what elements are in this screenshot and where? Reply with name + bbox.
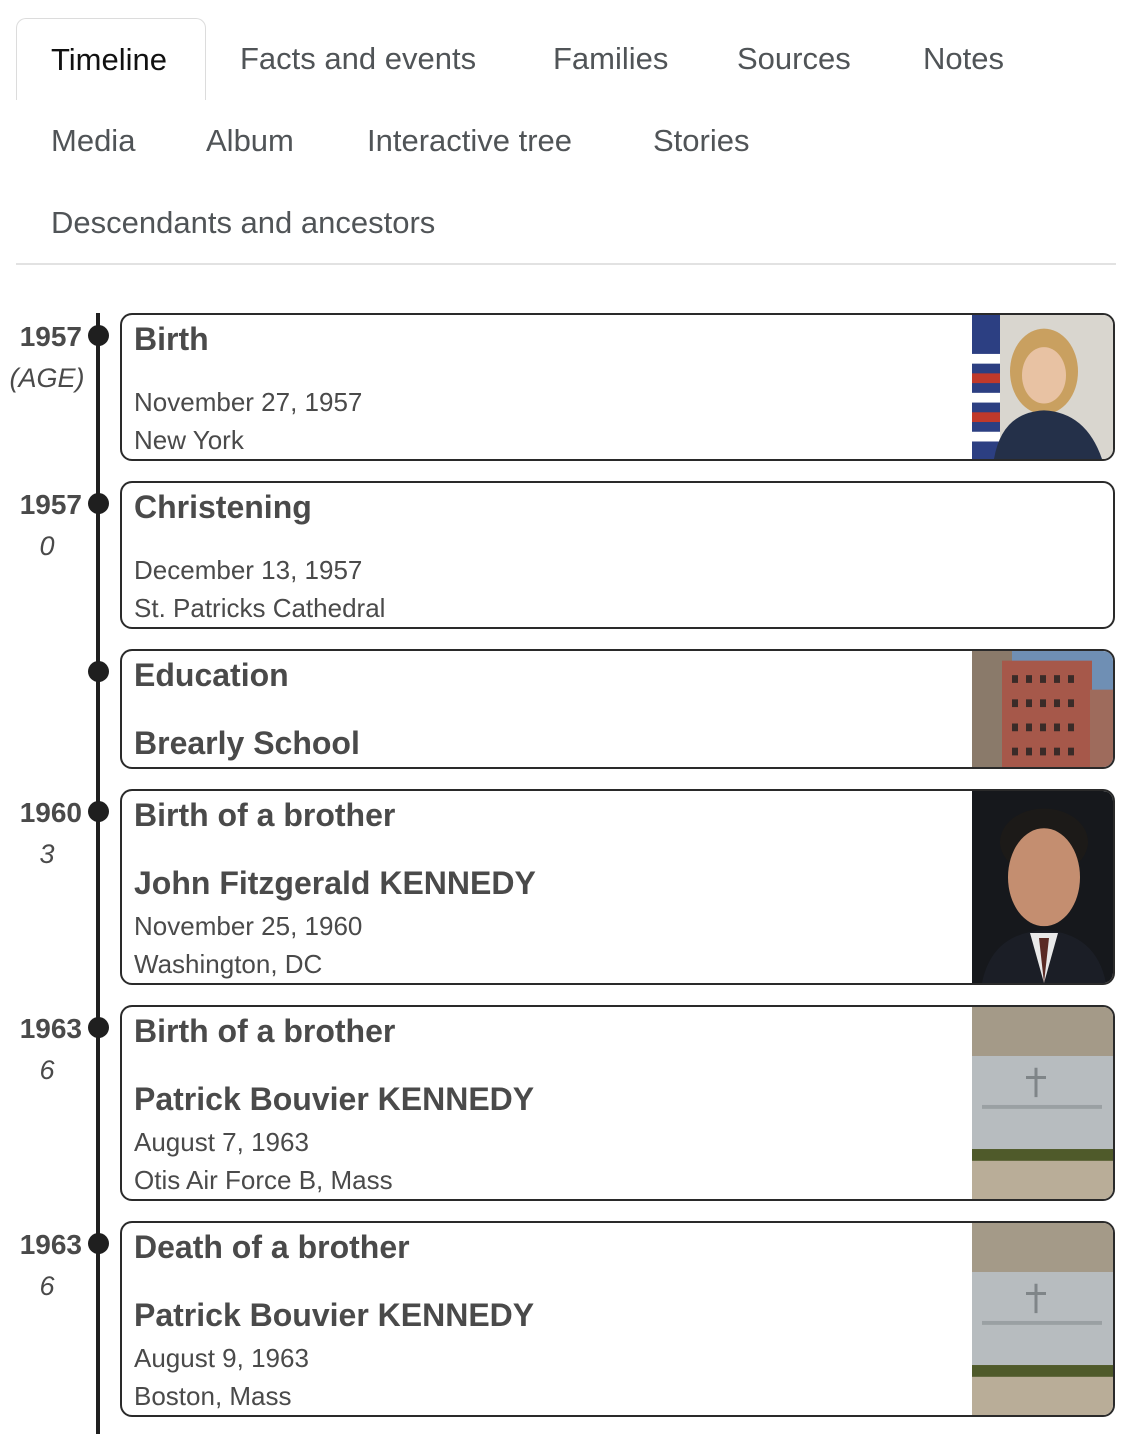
gravestone-photo[interactable] bbox=[972, 1223, 1113, 1415]
tabs-divider bbox=[16, 263, 1116, 265]
tab-notes[interactable]: Notes bbox=[923, 18, 1004, 100]
event-card-birth[interactable]: Birth November 27, 1957 New York bbox=[120, 313, 1115, 461]
timeline-line bbox=[96, 313, 100, 1434]
event-age: 6 bbox=[39, 1055, 55, 1085]
event-card-christening[interactable]: Christening December 13, 1957 St. Patric… bbox=[120, 481, 1115, 629]
tab-families[interactable]: Families bbox=[553, 18, 668, 100]
event-age: 3 bbox=[39, 839, 55, 869]
event-person[interactable]: Patrick Bouvier KENNEDY bbox=[134, 1081, 534, 1118]
tab-album[interactable]: Album bbox=[206, 100, 294, 182]
event-date: November 27, 1957 bbox=[134, 387, 363, 417]
event-place: St. Patricks Cathedral bbox=[134, 593, 386, 623]
event-date: December 13, 1957 bbox=[134, 555, 363, 585]
event-card-birth-of-brother[interactable]: Birth of a brother Patrick Bouvier KENNE… bbox=[120, 1005, 1115, 1201]
portrait-photo[interactable] bbox=[972, 791, 1113, 983]
gravestone-photo[interactable] bbox=[972, 1007, 1113, 1199]
event-place: Otis Air Force B, Mass bbox=[134, 1165, 393, 1195]
event-date: August 7, 1963 bbox=[134, 1127, 309, 1157]
event-year: 1963 bbox=[19, 1013, 82, 1044]
event-title: Birth of a brother bbox=[134, 1013, 396, 1049]
timeline-dot bbox=[88, 801, 109, 822]
tab-descendants-and-ancestors[interactable]: Descendants and ancestors bbox=[51, 182, 435, 264]
timeline-dot bbox=[88, 1233, 109, 1254]
event-title: Death of a brother bbox=[134, 1229, 410, 1265]
event-date: August 9, 1963 bbox=[134, 1343, 309, 1373]
event-person[interactable]: John Fitzgerald KENNEDY bbox=[134, 865, 536, 902]
event-age: 0 bbox=[39, 531, 55, 561]
event-age: (AGE) bbox=[9, 363, 85, 393]
timeline-dot bbox=[88, 325, 109, 346]
event-date: November 25, 1960 bbox=[134, 911, 363, 941]
tab-stories[interactable]: Stories bbox=[653, 100, 749, 182]
event-person[interactable]: Patrick Bouvier KENNEDY bbox=[134, 1297, 534, 1334]
tab-facts-and-events[interactable]: Facts and events bbox=[240, 18, 476, 100]
event-detail: Brearly School bbox=[134, 725, 360, 761]
building-photo[interactable] bbox=[972, 651, 1113, 767]
event-year: 1960 bbox=[19, 797, 82, 828]
tab-media[interactable]: Media bbox=[51, 100, 135, 182]
event-title: Christening bbox=[134, 489, 312, 525]
tab-interactive-tree[interactable]: Interactive tree bbox=[367, 100, 572, 182]
portrait-photo[interactable] bbox=[972, 315, 1113, 459]
tab-timeline[interactable]: Timeline bbox=[16, 18, 206, 100]
timeline-dot bbox=[88, 1017, 109, 1038]
event-card-death-of-brother[interactable]: Death of a brother Patrick Bouvier KENNE… bbox=[120, 1221, 1115, 1417]
event-title: Birth bbox=[134, 321, 209, 357]
timeline-dot bbox=[88, 661, 109, 682]
event-age: 6 bbox=[39, 1271, 55, 1301]
event-place: Boston, Mass bbox=[134, 1381, 292, 1411]
event-year: 1957 bbox=[19, 321, 82, 352]
tab-sources[interactable]: Sources bbox=[737, 18, 851, 100]
event-year: 1963 bbox=[19, 1229, 82, 1260]
event-card-education[interactable]: Education Brearly School bbox=[120, 649, 1115, 769]
event-place: Washington, DC bbox=[134, 949, 323, 979]
event-place: New York bbox=[134, 425, 244, 455]
event-year: 1957 bbox=[19, 489, 82, 520]
event-card-birth-of-brother[interactable]: Birth of a brother John Fitzgerald KENNE… bbox=[120, 789, 1115, 985]
event-title: Education bbox=[134, 657, 289, 693]
timeline-dot bbox=[88, 493, 109, 514]
event-title: Birth of a brother bbox=[134, 797, 396, 833]
